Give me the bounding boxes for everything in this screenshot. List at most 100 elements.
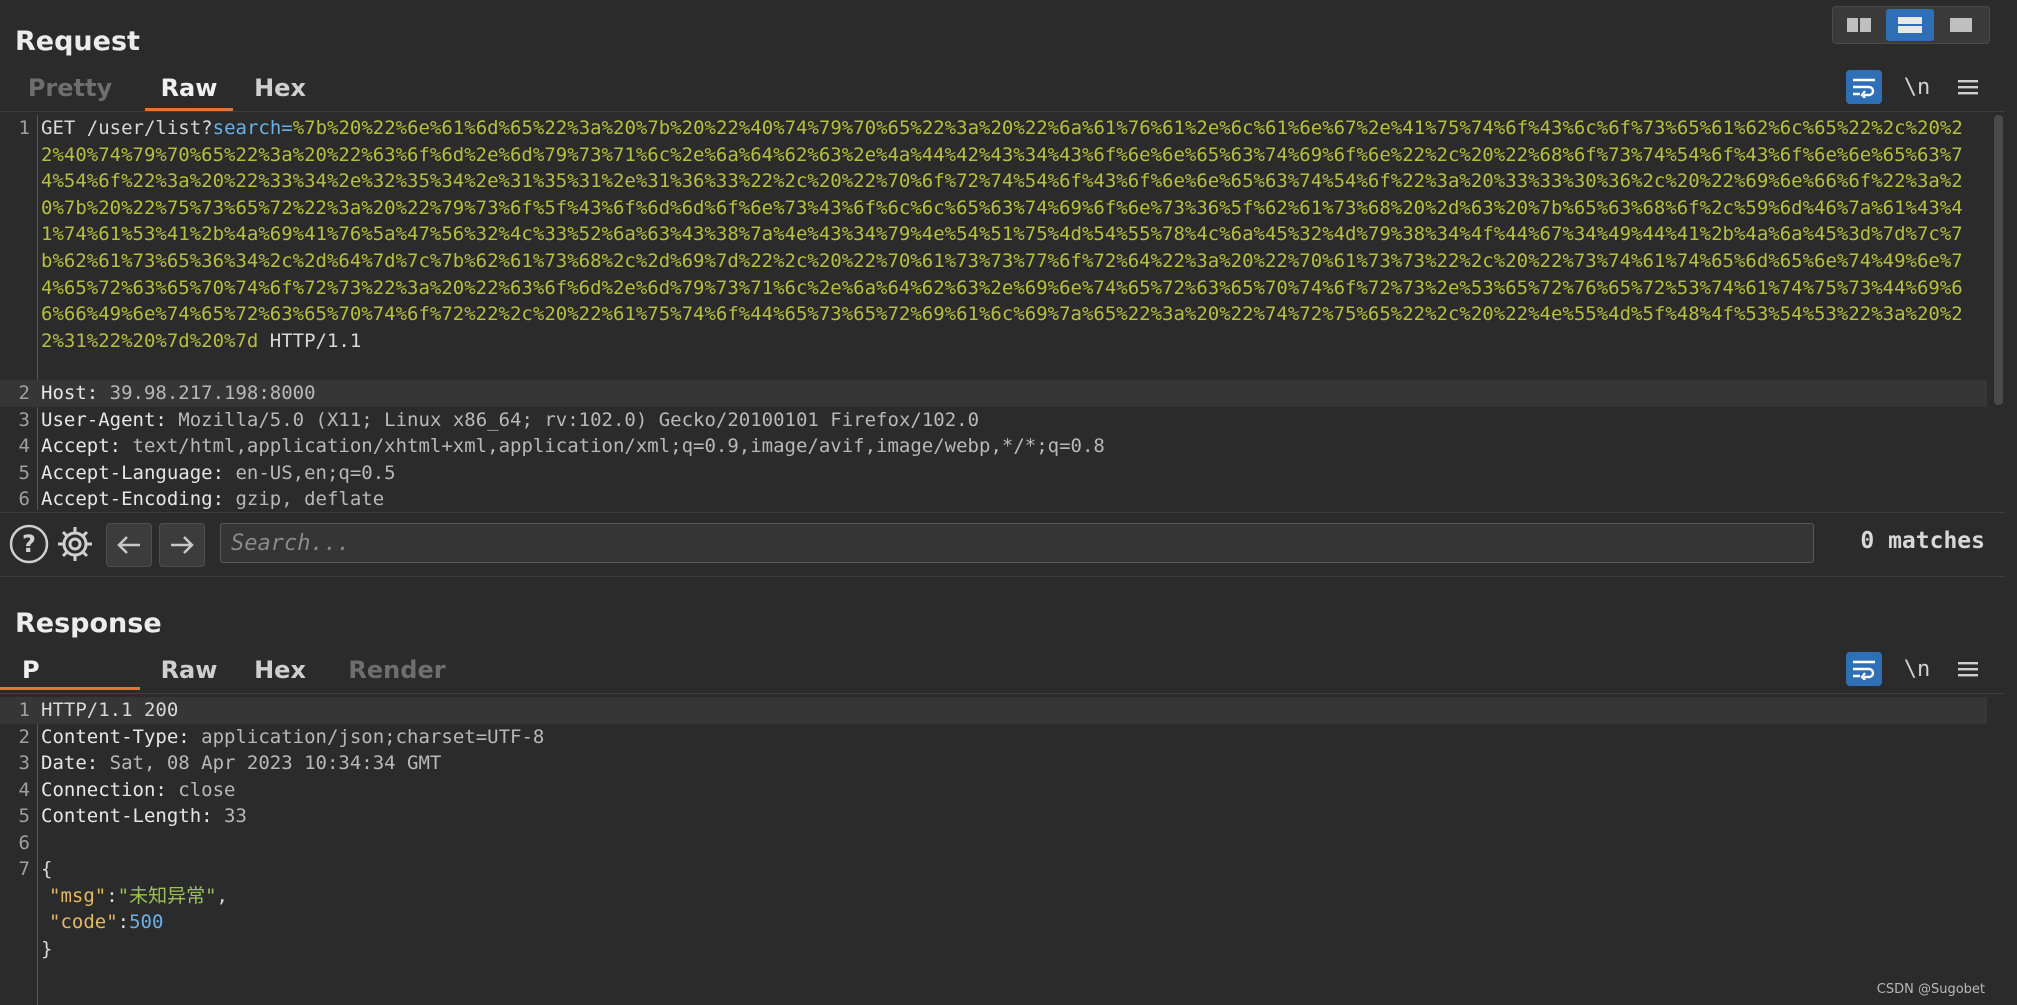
header-name: Content-Type: (41, 725, 190, 748)
response-panel: Response P Raw Hex Render \n 1 HTTP/1.1 … (0, 582, 2005, 1005)
response-title: Response (15, 608, 162, 639)
divider (0, 111, 2005, 112)
header-name: Host: (41, 382, 99, 404)
header-value: 39.98.217.198:8000 (98, 382, 316, 404)
line-number: 3 (18, 752, 30, 774)
line-number: 1 (18, 117, 30, 139)
divider (0, 693, 2005, 694)
http-method: GET (41, 117, 76, 139)
request-tabs: Pretty Raw Hex (0, 70, 306, 111)
header-name: Content-Length: (41, 805, 213, 827)
header-name: Accept-Language: (41, 461, 225, 484)
layout-side-by-side-button[interactable] (1835, 9, 1883, 41)
next-match-button[interactable] (159, 523, 205, 567)
http-protocol: HTTP/1.1 (258, 329, 362, 352)
response-line-3: 3 Date: Sat, 08 Apr 2023 10:34:34 GMT (0, 750, 1987, 777)
json-close-brace: } (41, 937, 53, 960)
watermark: CSDN @Sugobet (1876, 982, 1985, 997)
response-line-7: 7 { (0, 856, 1987, 883)
menu-button[interactable] (1950, 652, 1986, 686)
svg-text:?: ? (22, 530, 36, 558)
tab-pretty[interactable]: Pretty (16, 70, 124, 108)
layout-single-button[interactable] (1937, 9, 1985, 41)
response-line-4: 4 Connection: close (0, 777, 1987, 804)
line-number: 5 (18, 805, 30, 827)
json-key: "code" (49, 911, 118, 933)
request-scrollbar[interactable] (1994, 115, 2003, 405)
help-icon: ? (9, 524, 49, 564)
header-value: application/json;charset=UTF-8 (189, 725, 545, 748)
show-newlines-button[interactable]: \n (1899, 652, 1935, 686)
response-line-6: 6 (0, 830, 1987, 857)
response-editor[interactable]: 1 HTTP/1.1 200 2 Content-Type: applicati… (0, 697, 2005, 1005)
search-bar: ? 0 matches (0, 512, 2005, 577)
json-key: "msg" (49, 884, 107, 907)
request-title: Request (15, 26, 140, 57)
match-count: 0 matches (1860, 528, 1985, 554)
json-msg-line: "msg":"未知异常", (49, 884, 228, 907)
tab-pretty[interactable]: P (0, 652, 140, 690)
search-input[interactable] (220, 523, 1814, 563)
request-panel: Request Pretty Raw Hex \n 1 GET /user/li… (0, 0, 2005, 578)
request-path: /user/list? (86, 117, 213, 139)
response-line-5: 5 Content-Length: 33 (0, 803, 1987, 830)
arrow-left-icon (117, 536, 140, 554)
response-line-1: 1 HTTP/1.1 200 (0, 697, 1987, 724)
wrap-icon (1853, 78, 1875, 98)
gear-icon (58, 527, 92, 561)
line-number: 2 (18, 382, 30, 404)
tab-raw[interactable]: Raw (145, 652, 233, 690)
wrap-lines-button[interactable] (1846, 70, 1882, 104)
header-name: Connection: (41, 778, 167, 801)
header-value: text/html,application/xhtml+xml,applicat… (121, 435, 1105, 457)
arrow-right-icon (171, 536, 194, 554)
query-equals: = (281, 117, 293, 139)
wrap-lines-button[interactable] (1846, 652, 1882, 686)
line-number: 6 (18, 488, 30, 510)
line-number: 7 (18, 858, 30, 880)
line-number: 4 (18, 435, 30, 457)
request-line-3: 3 User-Agent: Mozilla/5.0 (X11; Linux x8… (0, 407, 1987, 434)
tab-hex[interactable]: Hex (248, 70, 312, 108)
wrap-icon (1853, 660, 1875, 680)
request-line-code: GET /user/list?search=%7b%20%22%6e%61%6d… (41, 115, 1969, 354)
header-name: Accept-Encoding: (41, 488, 225, 510)
request-editor[interactable]: 1 GET /user/list?search=%7b%20%22%6e%61%… (0, 115, 2005, 510)
line-number: 3 (18, 408, 30, 431)
menu-button[interactable] (1950, 70, 1986, 104)
line-number: 6 (18, 831, 30, 854)
header-name: Accept: (41, 435, 122, 457)
json-open-brace: { (41, 858, 53, 880)
layout-toggle-group (1832, 6, 1990, 44)
response-tabs: P Raw Hex Render (0, 652, 460, 692)
settings-button[interactable] (54, 523, 96, 565)
tab-hex[interactable]: Hex (248, 652, 312, 690)
json-code-line: "code":500 (49, 911, 164, 933)
rows-icon (1898, 17, 1922, 33)
tab-render[interactable]: Render (345, 652, 449, 690)
help-button[interactable]: ? (8, 523, 50, 565)
line-number: 2 (18, 725, 30, 748)
tab-raw[interactable]: Raw (145, 70, 233, 111)
request-line-6: 6 Accept-Encoding: gzip, deflate (0, 486, 1987, 510)
header-name: Date: (41, 752, 99, 774)
query-param-name: search (212, 117, 282, 139)
header-name: User-Agent: (41, 408, 167, 431)
header-value: close (166, 778, 236, 801)
query-param-value: %7b%20%22%6e%61%6d%65%22%3a%20%7b%20%22%… (41, 117, 1963, 352)
layout-stacked-button[interactable] (1886, 9, 1934, 41)
show-newlines-button[interactable]: \n (1899, 70, 1935, 104)
hamburger-icon (1958, 80, 1978, 95)
request-line-5: 5 Accept-Language: en-US,en;q=0.5 (0, 460, 1987, 487)
json-number-value: 500 (129, 911, 164, 933)
previous-match-button[interactable] (106, 523, 152, 567)
request-line-1: 1 GET /user/list?search=%7b%20%22%6e%61%… (0, 115, 1987, 352)
header-value: Mozilla/5.0 (X11; Linux x86_64; rv:102.0… (166, 408, 980, 431)
columns-icon (1847, 18, 1871, 32)
single-pane-icon (1950, 18, 1972, 32)
header-value: 33 (212, 805, 247, 827)
line-number: 1 (18, 699, 30, 721)
line-number: 4 (18, 778, 30, 801)
status-line: HTTP/1.1 200 (41, 699, 179, 721)
header-value: en-US,en;q=0.5 (224, 461, 396, 484)
